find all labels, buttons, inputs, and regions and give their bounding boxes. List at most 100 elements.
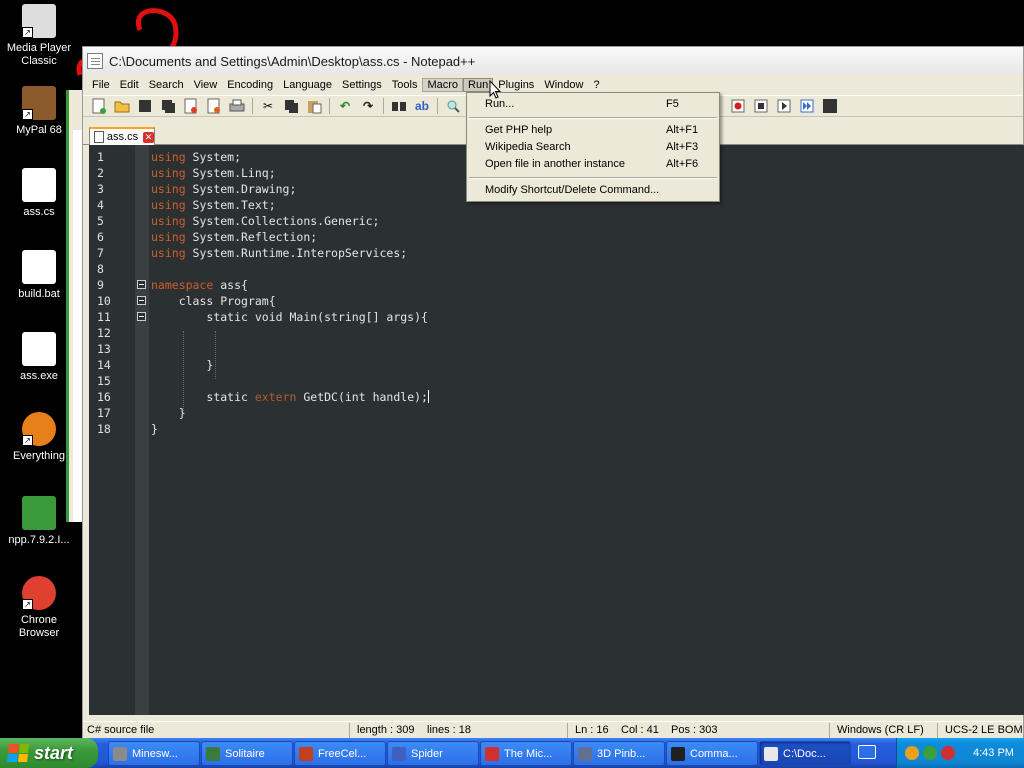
status-length: length : 309	[357, 724, 415, 736]
code-line[interactable]: 18}	[89, 421, 1024, 437]
undo-icon[interactable]: ↶	[337, 98, 353, 114]
menu-macro[interactable]: Macro	[422, 78, 464, 92]
taskbar-button[interactable]: Comma...	[666, 741, 758, 766]
code-line[interactable]: 9 namespace ass{	[89, 277, 1024, 293]
desktop-icon-label: ass.exe	[20, 370, 58, 382]
save-icon[interactable]	[137, 98, 153, 114]
run-macro-multiple-icon[interactable]	[799, 98, 815, 114]
menu-window[interactable]: Window	[539, 78, 588, 92]
menu-view[interactable]: View	[189, 78, 223, 92]
taskbar: start Minesw... Solitaire FreeCel... Spider…	[0, 738, 1024, 768]
menu-edit[interactable]: Edit	[115, 78, 144, 92]
code-text: namespace ass{	[151, 277, 248, 293]
menu-search[interactable]: Search	[144, 78, 189, 92]
line-number: 18	[97, 422, 111, 436]
search-tray-icon[interactable]	[905, 746, 919, 760]
taskbar-button[interactable]: Minesw...	[108, 741, 200, 766]
fold-toggle-icon[interactable]	[137, 296, 146, 305]
run-menu-item-php-help[interactable]: Get PHP help Alt+F1	[468, 122, 718, 139]
code-line[interactable]: 14 }	[89, 357, 1024, 373]
keyword-token: static void	[206, 310, 283, 324]
record-macro-icon[interactable]	[730, 98, 746, 114]
tab-ass-cs[interactable]: ass.cs ✕	[89, 127, 155, 145]
taskbar-button[interactable]: 3D Pinb...	[573, 741, 665, 766]
run-menu-item-run[interactable]: Run... F5	[468, 96, 718, 113]
print-icon[interactable]	[229, 98, 245, 114]
code-line[interactable]: 7 using System.Runtime.InteropServices;	[89, 245, 1024, 261]
desktop-shortcut[interactable]: ass.cs	[0, 168, 78, 219]
new-file-icon[interactable]	[91, 98, 107, 114]
code-line[interactable]: 16 static extern GetDC(int handle);	[89, 389, 1024, 405]
status-bar: C# source file length : 309 lines : 18 L…	[83, 721, 1023, 739]
code-token: System;	[185, 150, 242, 164]
code-line[interactable]: 8	[89, 261, 1024, 277]
taskbar-button[interactable]: FreeCel...	[294, 741, 386, 766]
desktop-shortcut[interactable]: ↗ Media Player Classic	[0, 4, 78, 68]
close-file-icon[interactable]	[183, 98, 199, 114]
menu-file[interactable]: File	[87, 78, 115, 92]
menu-tools[interactable]: Tools	[387, 78, 423, 92]
notepad-app-icon[interactable]	[87, 53, 103, 69]
run-menu-item-open-instance[interactable]: Open file in another instance Alt+F6	[468, 156, 718, 173]
zoom-in-icon[interactable]	[445, 98, 461, 114]
desktop-shortcut[interactable]: npp.7.9.2.I...	[0, 496, 78, 547]
start-button[interactable]: start	[0, 738, 98, 768]
code-line[interactable]: 10 class Program{	[89, 293, 1024, 309]
keyword-token: using	[151, 182, 186, 196]
save-all-icon[interactable]	[160, 98, 176, 114]
run-menu-item-wikipedia[interactable]: Wikipedia Search Alt+F3	[468, 139, 718, 156]
keyboard-language-icon[interactable]	[858, 745, 876, 759]
code-editor[interactable]: 1 using System; 2 using System.Linq; 3 using …	[89, 145, 1024, 715]
code-line[interactable]: 13	[89, 341, 1024, 357]
code-line[interactable]: 6 using System.Reflection;	[89, 229, 1024, 245]
menu-language[interactable]: Language	[278, 78, 337, 92]
close-tab-icon[interactable]: ✕	[143, 131, 154, 143]
redo-icon[interactable]: ↷	[360, 98, 376, 114]
code-line[interactable]: 17 }	[89, 405, 1024, 421]
close-all-icon[interactable]	[206, 98, 222, 114]
paste-icon[interactable]	[306, 98, 322, 114]
desktop-shortcut[interactable]: ↗ MyPal 68	[0, 86, 78, 137]
security-shield-icon[interactable]	[941, 746, 955, 760]
menu-encoding[interactable]: Encoding	[222, 78, 278, 92]
taskbar-button-label: Comma...	[690, 747, 738, 760]
line-number: 7	[97, 246, 104, 260]
menu-settings[interactable]: Settings	[337, 78, 387, 92]
title-bar[interactable]: C:\Documents and Settings\Admin\Desktop\…	[83, 47, 1023, 75]
desktop-shortcut[interactable]: ↗ Chrone Browser	[0, 576, 78, 640]
code-line[interactable]: 11 static void Main(string[] args){	[89, 309, 1024, 325]
play-macro-icon[interactable]	[776, 98, 792, 114]
save-macro-icon[interactable]	[822, 98, 838, 114]
mouse-pointer-icon	[489, 80, 501, 99]
taskbar-button[interactable]: C:\Doc...	[759, 741, 851, 766]
line-number: 1	[97, 150, 104, 164]
find-icon[interactable]	[391, 98, 407, 114]
menu-help[interactable]: ?	[588, 78, 604, 92]
desktop-icon-label: npp.7.9.2.I...	[8, 534, 70, 546]
taskbar-app-icon	[113, 746, 127, 761]
run-menu-item-modify-shortcut[interactable]: Modify Shortcut/Delete Command...	[468, 182, 718, 199]
copy-icon[interactable]	[283, 98, 299, 114]
cut-icon[interactable]: ✂	[260, 98, 276, 114]
desktop-shortcut[interactable]: ass.exe	[0, 332, 78, 383]
toolbar-separator	[383, 98, 384, 114]
code-line[interactable]: 12	[89, 325, 1024, 341]
network-tray-icon[interactable]	[923, 746, 937, 760]
taskbar-button[interactable]: Spider	[387, 741, 479, 766]
code-line[interactable]: 15	[89, 373, 1024, 389]
code-token: }	[206, 358, 214, 372]
code-token: System.Text;	[185, 198, 276, 212]
fold-toggle-icon[interactable]	[137, 312, 146, 321]
taskbar-button[interactable]: Solitaire	[201, 741, 293, 766]
desktop-shortcut[interactable]: build.bat	[0, 250, 78, 301]
code-line[interactable]: 5 using System.Collections.Generic;	[89, 213, 1024, 229]
taskbar-button[interactable]: The Mic...	[480, 741, 572, 766]
stop-macro-icon[interactable]	[753, 98, 769, 114]
fold-toggle-icon[interactable]	[137, 280, 146, 289]
desktop-shortcut[interactable]: ↗ Everything	[0, 412, 78, 463]
bat-file-icon	[22, 250, 56, 284]
open-folder-icon[interactable]	[114, 98, 130, 114]
code-token: System.Runtime.InteropServices;	[185, 246, 408, 260]
replace-icon[interactable]: ab	[414, 98, 430, 114]
